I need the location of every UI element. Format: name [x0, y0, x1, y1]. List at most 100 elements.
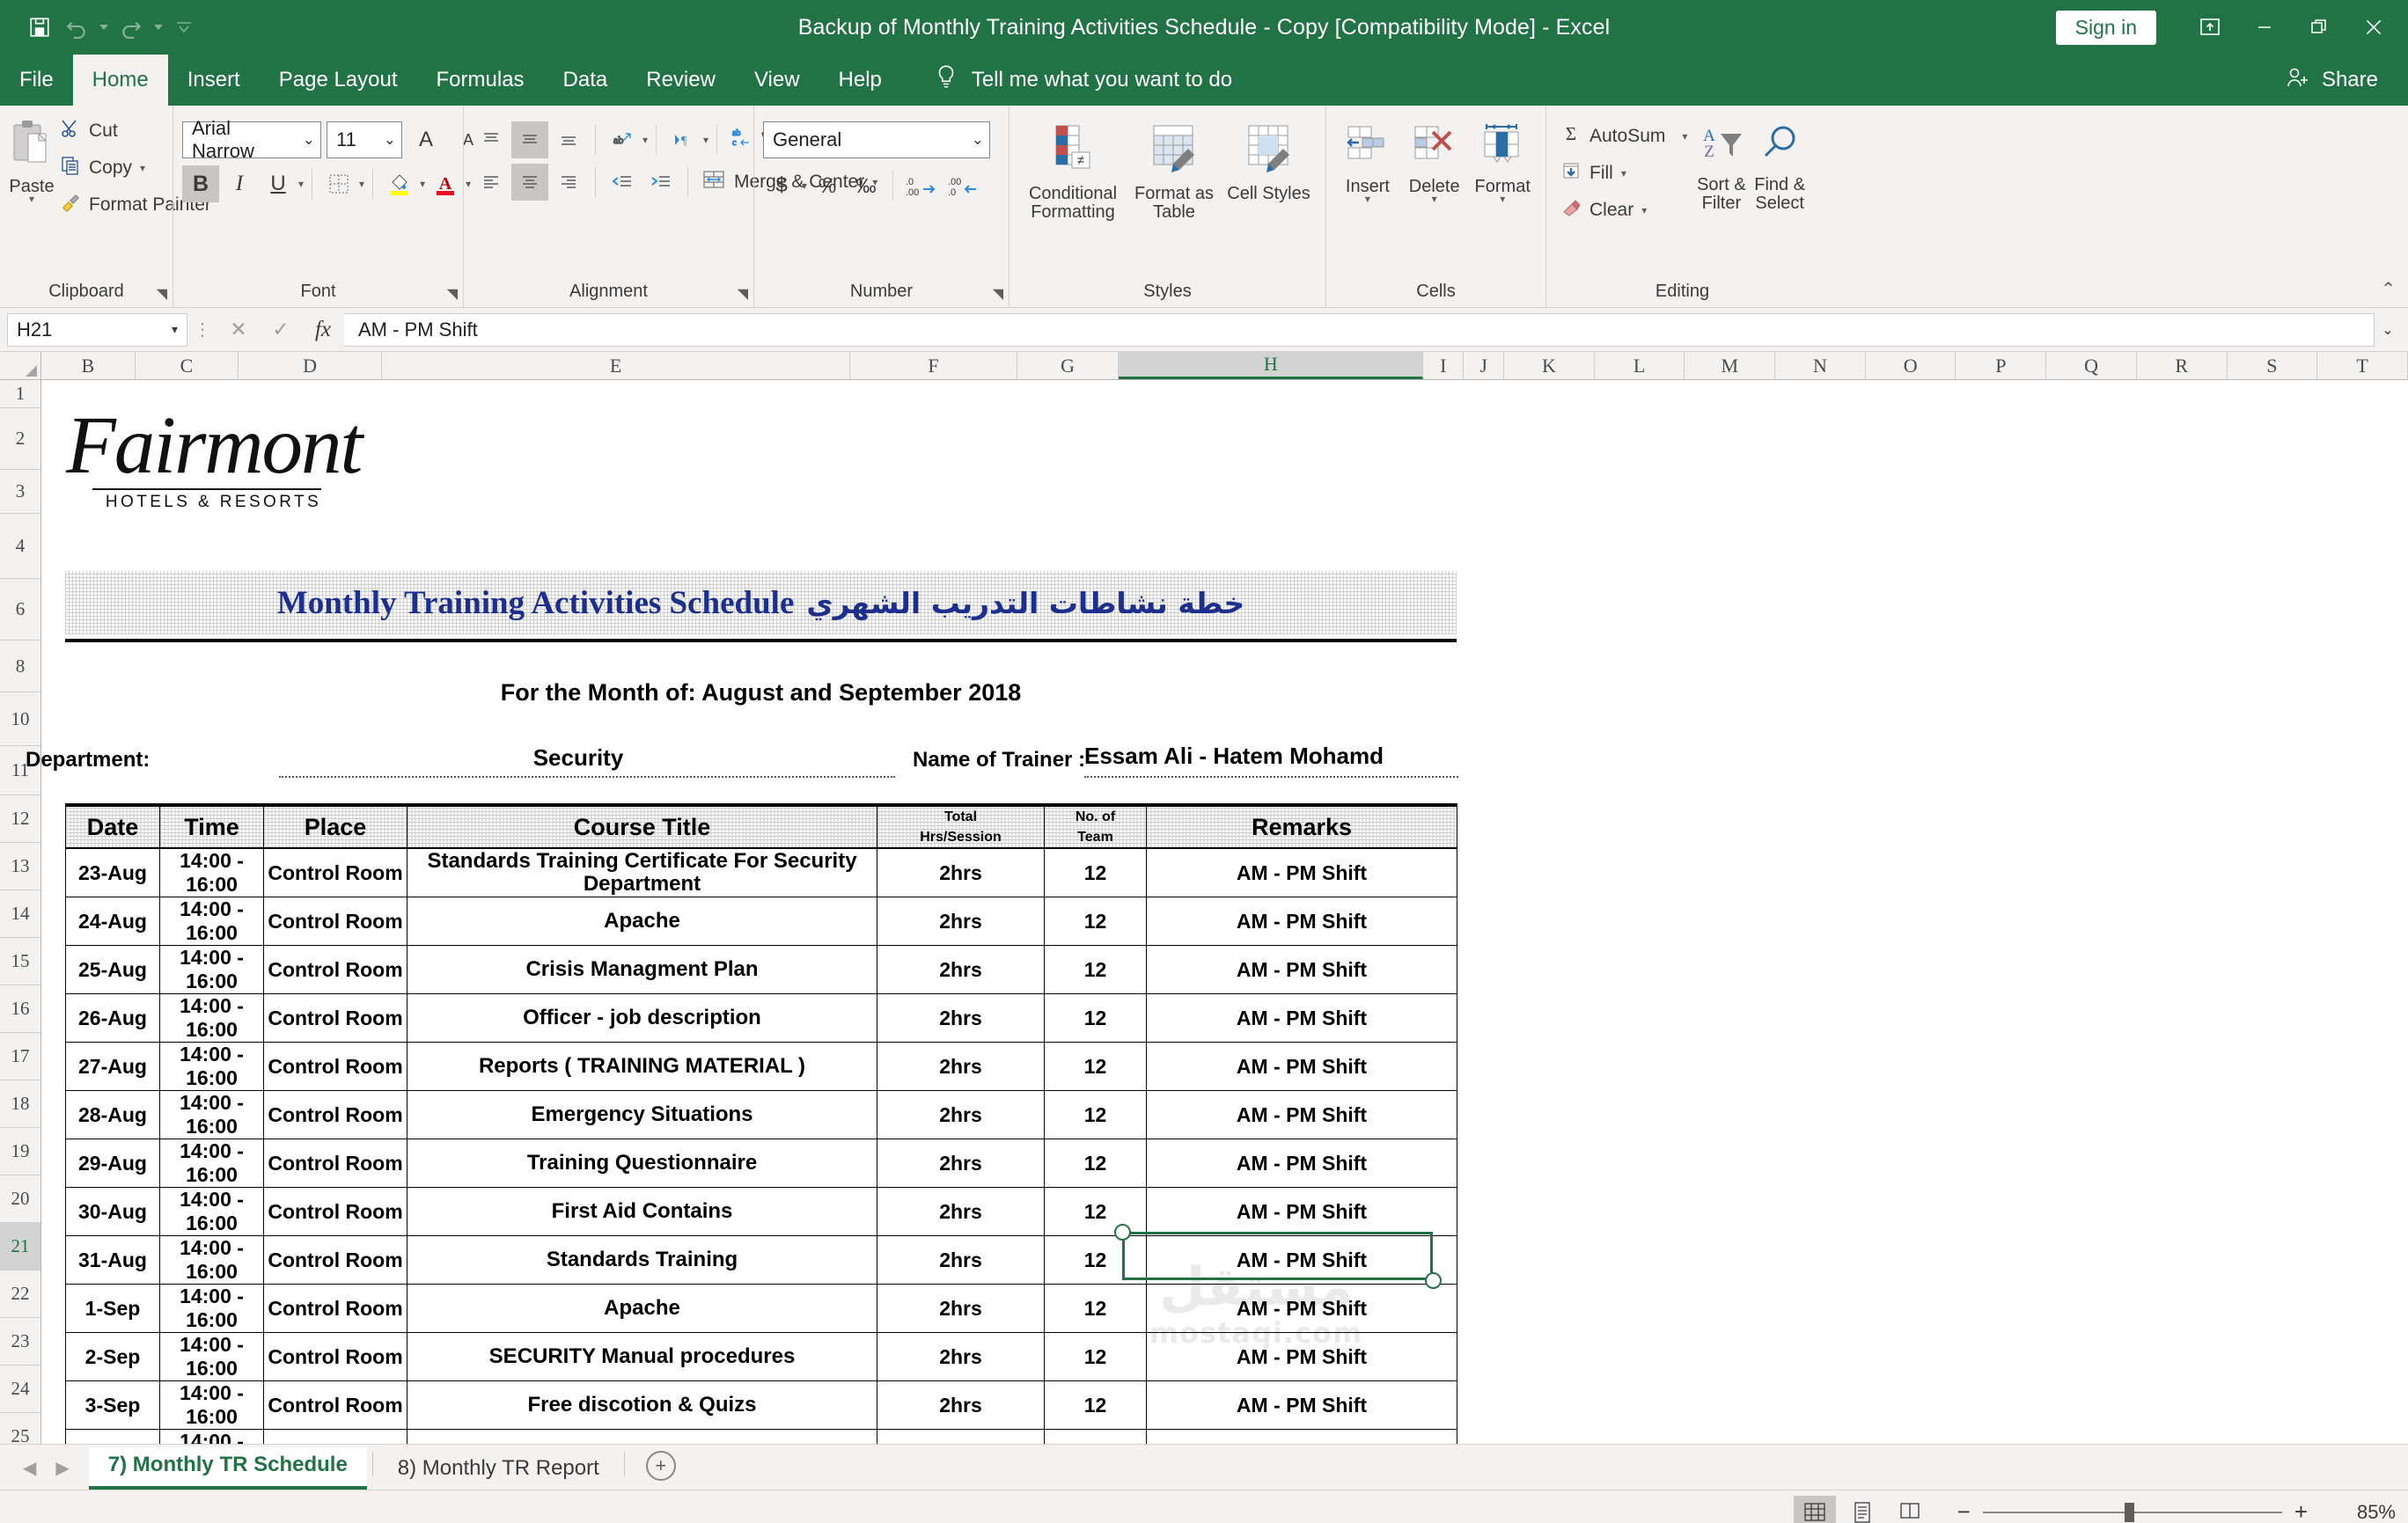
- cell-hours[interactable]: 2hrs: [877, 994, 1045, 1043]
- font-size-combo[interactable]: 11 ⌄: [327, 121, 402, 158]
- row-header-2[interactable]: 2: [0, 408, 40, 470]
- cell-team[interactable]: 12: [1045, 848, 1147, 897]
- copy-dropdown-icon[interactable]: ▾: [140, 165, 145, 171]
- tab-home[interactable]: Home: [73, 55, 168, 106]
- column-header-O[interactable]: O: [1866, 352, 1956, 379]
- tab-view[interactable]: View: [735, 55, 819, 106]
- cell-course[interactable]: SECURITY Manual procedures: [407, 1333, 877, 1381]
- cell-remarks[interactable]: AM - PM Shift: [1147, 994, 1457, 1043]
- cell-date[interactable]: 31-Aug: [66, 1236, 160, 1285]
- cell-team[interactable]: 12: [1045, 1333, 1147, 1381]
- cell-time[interactable]: 14:00 - 16:00: [160, 897, 264, 946]
- accounting-dropdown-icon[interactable]: ▾: [802, 183, 807, 188]
- insert-function-icon[interactable]: fx: [302, 313, 344, 347]
- sign-in-button[interactable]: Sign in: [2056, 11, 2156, 45]
- cell-place[interactable]: Control Room: [264, 1333, 407, 1381]
- undo-icon[interactable]: [60, 11, 93, 44]
- row-header-20[interactable]: 20: [0, 1175, 40, 1223]
- font-color-icon[interactable]: A: [427, 165, 464, 202]
- row-header-8[interactable]: 8: [0, 641, 40, 692]
- cell-course[interactable]: Crisis Managment Plan: [407, 946, 877, 994]
- cell-place[interactable]: Control Room: [264, 1188, 407, 1236]
- cell-date[interactable]: 3-Sep: [66, 1381, 160, 1430]
- clear-dropdown-icon[interactable]: ▾: [1641, 208, 1647, 213]
- font-dialog-launcher[interactable]: ◥: [447, 285, 458, 303]
- row-header-25[interactable]: 25: [0, 1413, 40, 1444]
- cell-date[interactable]: 1-Sep: [66, 1285, 160, 1333]
- column-header-P[interactable]: P: [1956, 352, 2046, 379]
- table-row[interactable]: 3-Sep 14:00 - 16:00 Control Room Free di…: [66, 1381, 1457, 1430]
- cell-time[interactable]: 14:00 - 16:00: [160, 946, 264, 994]
- cell-hours[interactable]: 2hrs: [877, 1043, 1045, 1091]
- insert-cells-dropdown-icon[interactable]: ▾: [1365, 196, 1370, 201]
- orientation-icon[interactable]: ab: [604, 121, 641, 158]
- number-format-combo[interactable]: General ⌄: [763, 121, 990, 158]
- table-row[interactable]: 25-Aug 14:00 - 16:00 Control Room Crisis…: [66, 946, 1457, 994]
- cell-team[interactable]: 12: [1045, 994, 1147, 1043]
- formula-input[interactable]: AM - PM Shift: [344, 313, 2375, 347]
- align-center-icon[interactable]: [511, 164, 548, 201]
- align-bottom-icon[interactable]: [550, 121, 587, 158]
- clipboard-dialog-launcher[interactable]: ◥: [157, 285, 167, 303]
- column-header-E[interactable]: E: [382, 352, 850, 379]
- cell-team[interactable]: 12: [1045, 897, 1147, 946]
- column-header-F[interactable]: F: [850, 352, 1017, 379]
- decrease-decimal-icon[interactable]: .00 .0: [943, 167, 984, 204]
- cell-styles-button[interactable]: Cell Styles: [1222, 118, 1315, 203]
- accounting-format-icon[interactable]: $: [763, 167, 800, 204]
- cell-remarks[interactable]: AM - PM Shift: [1147, 1091, 1457, 1139]
- number-dialog-launcher[interactable]: ◥: [993, 285, 1003, 303]
- cell-time[interactable]: 14:00 - 16:00: [160, 1091, 264, 1139]
- row-header-13[interactable]: 13: [0, 843, 40, 890]
- cell-course[interactable]: Officer - job description: [407, 994, 877, 1043]
- delete-cells-button[interactable]: Delete ▾: [1400, 118, 1469, 201]
- increase-decimal-icon[interactable]: .0 .00: [901, 167, 942, 204]
- cell-hours[interactable]: 2hrs: [877, 848, 1045, 897]
- zoom-thumb[interactable]: [2125, 1503, 2134, 1522]
- cell-hours[interactable]: 2hrs: [877, 1333, 1045, 1381]
- cell-course[interactable]: Standards Training: [407, 1236, 877, 1285]
- cell-remarks[interactable]: AM - PM Shift: [1147, 1188, 1457, 1236]
- cell-hours[interactable]: 2hrs: [877, 1091, 1045, 1139]
- row-header-15[interactable]: 15: [0, 938, 40, 985]
- cell-date[interactable]: 25-Aug: [66, 946, 160, 994]
- cell-hours[interactable]: 2hrs: [877, 1188, 1045, 1236]
- cell-team[interactable]: 12: [1045, 1285, 1147, 1333]
- find-select-button[interactable]: Find & Select: [1750, 118, 1810, 213]
- fill-color-icon[interactable]: [381, 165, 418, 202]
- fill-dropdown-icon[interactable]: ▾: [1621, 171, 1626, 176]
- row-header-19[interactable]: 19: [0, 1128, 40, 1175]
- underline-button[interactable]: U: [260, 165, 297, 202]
- insert-cells-button[interactable]: Insert ▾: [1335, 118, 1400, 201]
- align-top-icon[interactable]: [473, 121, 510, 158]
- fill-color-dropdown-icon[interactable]: ▾: [420, 181, 425, 187]
- cell-hours[interactable]: 2hrs: [877, 1430, 1045, 1444]
- cell-time[interactable]: 14:00 - 16:00: [160, 1139, 264, 1188]
- borders-icon[interactable]: [320, 165, 357, 202]
- customize-quick-access-toolbar-icon[interactable]: [169, 11, 199, 44]
- row-header-17[interactable]: 17: [0, 1033, 40, 1080]
- cell-remarks[interactable]: AM - PM Shift: [1147, 848, 1457, 897]
- close-button[interactable]: [2346, 4, 2401, 50]
- redo-icon[interactable]: [114, 11, 148, 44]
- align-middle-icon[interactable]: [511, 121, 548, 158]
- cell-date[interactable]: 30-Aug: [66, 1188, 160, 1236]
- selection-handle-bottom-right[interactable]: [1425, 1272, 1442, 1289]
- sort-filter-button[interactable]: A Z Sort & Filter: [1692, 118, 1750, 213]
- cell-team[interactable]: 12: [1045, 1043, 1147, 1091]
- table-row[interactable]: 26-Aug 14:00 - 16:00 Control Room Office…: [66, 994, 1457, 1043]
- page-break-preview-icon[interactable]: [1889, 1496, 1931, 1523]
- column-header-L[interactable]: L: [1595, 352, 1685, 379]
- tab-insert[interactable]: Insert: [168, 55, 260, 106]
- cell-time[interactable]: 14:00 - 16:00: [160, 1236, 264, 1285]
- sheet-nav-arrows[interactable]: ◀ ▶: [0, 1457, 89, 1490]
- column-header-M[interactable]: M: [1685, 352, 1775, 379]
- previous-sheet-icon[interactable]: ◀: [23, 1457, 36, 1479]
- row-header-6[interactable]: 6: [0, 579, 40, 641]
- tab-data[interactable]: Data: [544, 55, 628, 106]
- paste-dropdown-icon[interactable]: ▾: [29, 196, 34, 201]
- tab-help[interactable]: Help: [819, 55, 901, 106]
- cell-time[interactable]: 14:00 - 16:00: [160, 1285, 264, 1333]
- cell-course[interactable]: Apache: [407, 897, 877, 946]
- italic-button[interactable]: I: [221, 165, 258, 202]
